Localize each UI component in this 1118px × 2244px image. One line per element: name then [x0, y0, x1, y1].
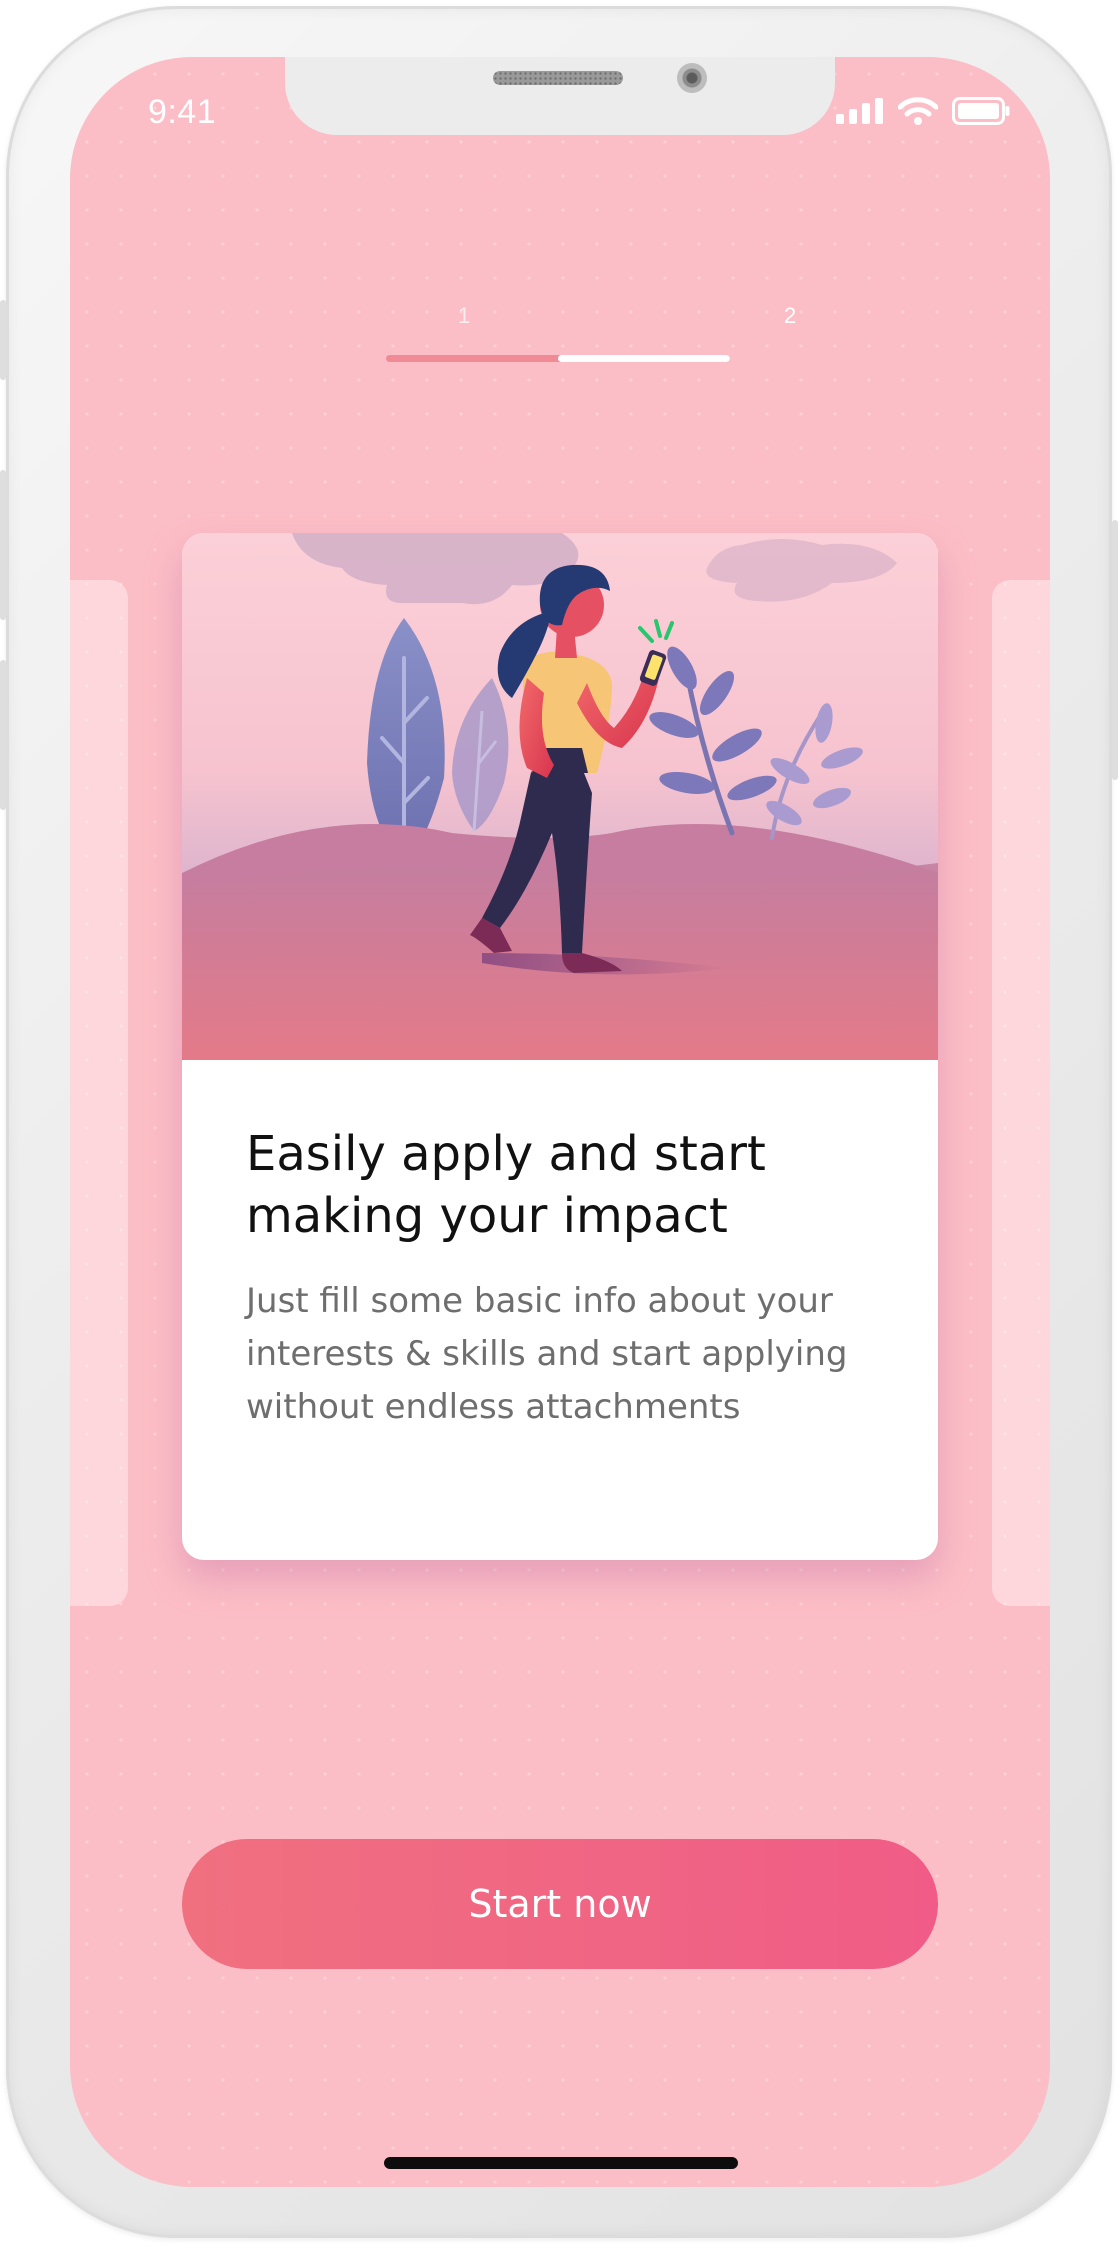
battery-icon — [952, 97, 1010, 125]
progress-fill — [558, 355, 730, 362]
step-labels: 1 2 — [386, 303, 796, 333]
cellular-signal-icon — [836, 98, 883, 124]
screen: 9:41 1 2 Easily apply and start making y… — [70, 57, 1050, 2187]
front-camera — [677, 63, 707, 93]
mute-switch — [0, 300, 6, 380]
step-label-2: 2 — [784, 303, 797, 328]
previous-card-peek[interactable] — [70, 580, 128, 1606]
card-title-line-1: Easily apply and start — [246, 1126, 766, 1182]
notch — [285, 57, 835, 135]
volume-down-button — [0, 660, 6, 810]
status-time: 9:41 — [148, 93, 217, 131]
progress-track — [386, 355, 730, 362]
woman-walking-with-phone-illustration — [182, 533, 938, 1060]
step-label-1: 1 — [458, 303, 471, 328]
speaker-grille — [493, 71, 623, 85]
card-description: Just fill some basic info about your int… — [246, 1281, 848, 1427]
home-indicator[interactable] — [384, 2157, 738, 2169]
power-button — [1112, 520, 1118, 780]
onboarding-card: Easily apply and start making your impac… — [182, 533, 938, 1560]
volume-up-button — [0, 470, 6, 620]
start-now-button[interactable]: Start now — [182, 1839, 938, 1969]
status-icons — [836, 97, 1010, 125]
card-title: Easily apply and start making your impac… — [246, 1123, 886, 1247]
next-card-peek[interactable] — [992, 580, 1050, 1606]
wifi-icon — [898, 97, 938, 125]
card-title-line-2: making your impact — [246, 1188, 728, 1244]
